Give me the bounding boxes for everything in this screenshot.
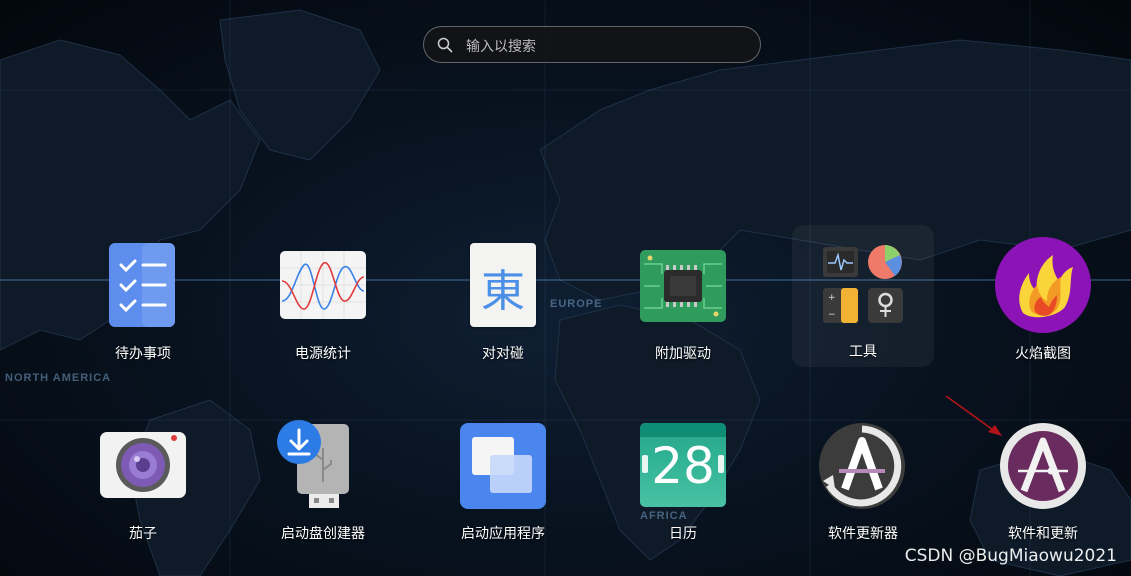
svg-text:+: + bbox=[828, 293, 836, 303]
power-statistics-chart-icon bbox=[280, 251, 366, 319]
todo-checklist-icon bbox=[109, 243, 175, 327]
app-label: 附加驱动 bbox=[655, 346, 711, 362]
chip-board-icon bbox=[640, 250, 726, 322]
flameshot-icon bbox=[995, 237, 1091, 333]
app-startup-disk-creator[interactable]: 启动盘创建器 bbox=[253, 420, 393, 545]
app-label: 软件更新器 bbox=[828, 526, 898, 542]
startup-apps-icon bbox=[460, 423, 546, 509]
svg-text:−: − bbox=[828, 310, 836, 320]
calendar-icon: 28 bbox=[640, 423, 726, 507]
app-additional-drivers[interactable]: 附加驱动 bbox=[613, 240, 753, 365]
tools-folder-icon: +− bbox=[823, 245, 903, 323]
annotation-arrow-icon bbox=[945, 395, 1002, 436]
app-flameshot[interactable]: 火焰截图 bbox=[973, 237, 1113, 365]
search-placeholder: 输入以搜索 bbox=[466, 39, 536, 55]
usb-download-icon bbox=[277, 420, 349, 508]
app-label: 茄子 bbox=[129, 526, 157, 542]
app-software-updater[interactable]: 软件更新器 bbox=[793, 420, 933, 545]
app-label: 电源统计 bbox=[295, 346, 351, 362]
app-tools-folder[interactable]: + − 工具 bbox=[793, 240, 933, 365]
app-label: 待办事项 bbox=[115, 346, 171, 362]
app-label: 工具 bbox=[849, 344, 877, 360]
app-cheese[interactable]: 茄子 bbox=[73, 420, 213, 545]
app-power-statistics[interactable]: 电源统计 bbox=[253, 240, 393, 365]
calendar-day: 28 bbox=[651, 437, 715, 495]
app-label: 启动盘创建器 bbox=[281, 526, 365, 542]
search-input[interactable]: 输入以搜索 bbox=[423, 26, 761, 63]
camera-icon bbox=[100, 432, 186, 498]
search-icon bbox=[437, 37, 453, 53]
software-properties-icon bbox=[1000, 423, 1086, 509]
software-updater-icon bbox=[819, 423, 905, 509]
app-label: 对对碰 bbox=[482, 346, 524, 362]
app-label: 日历 bbox=[669, 526, 697, 542]
watermark: CSDN @BugMiaowu2021 bbox=[904, 546, 1117, 566]
app-startup-applications[interactable]: 启动应用程序 bbox=[433, 420, 573, 545]
app-todo[interactable]: 待办事项 bbox=[73, 240, 213, 365]
app-label: 启动应用程序 bbox=[461, 526, 545, 542]
app-duiduipeng[interactable]: 東 对对碰 bbox=[433, 240, 573, 365]
app-label: 软件和更新 bbox=[1008, 526, 1078, 542]
app-label: 火焰截图 bbox=[1015, 346, 1071, 362]
tile-glyph: 東 bbox=[481, 266, 525, 317]
app-calendar[interactable]: 28 日历 bbox=[613, 420, 753, 545]
dong-character-tile-icon: 東 bbox=[470, 243, 536, 327]
map-label-north-america: NORTH AMERICA bbox=[5, 372, 112, 384]
